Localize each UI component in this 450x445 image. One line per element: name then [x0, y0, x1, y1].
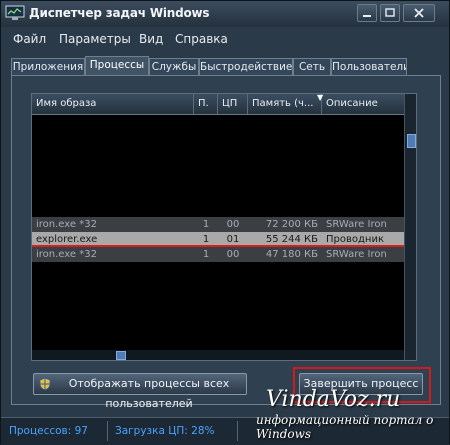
menu-help[interactable]: Справка — [175, 32, 228, 46]
vertical-scroll-thumb[interactable] — [407, 134, 416, 148]
status-process-count: Процессов: 97 — [9, 425, 88, 437]
window-title: Диспетчер задач Windows — [29, 6, 210, 20]
minimize-button[interactable] — [357, 4, 377, 22]
sort-descending-icon: ▼ — [317, 93, 324, 102]
task-manager-icon — [5, 5, 25, 20]
tab-applications[interactable]: Приложения — [11, 58, 85, 76]
menu-options[interactable]: Параметры — [59, 32, 131, 46]
watermark-site: VindaVoz.ru — [266, 387, 401, 412]
menu-view[interactable]: Вид — [139, 32, 163, 46]
column-cpu[interactable]: ЦП — [218, 94, 248, 114]
maximize-icon — [385, 8, 395, 17]
menu-file[interactable]: Файл — [13, 32, 46, 46]
cell-memory: 47 180 КБ — [265, 249, 318, 260]
tab-performance[interactable]: Быстродействие — [199, 58, 293, 76]
watermark-tagline: информационный портал о Windows — [256, 413, 434, 441]
cell-user: 1 — [202, 249, 210, 260]
tab-processes[interactable]: Процессы — [85, 56, 149, 77]
table-header: Имя образа П. ЦП Память (ч... Описание ▼ — [32, 94, 404, 115]
tab-strip: Приложения Процессы Службы Быстродействи… — [11, 56, 441, 77]
column-user[interactable]: П. — [194, 94, 218, 114]
column-memory[interactable]: Память (ч... — [248, 94, 322, 114]
minimize-icon — [363, 15, 371, 17]
cell-user: 1 — [202, 219, 210, 230]
cell-description: SRWare Iron — [326, 249, 387, 260]
status-divider — [237, 421, 238, 441]
title-bar: Диспетчер задач Windows — [1, 1, 449, 27]
status-divider — [107, 421, 108, 441]
tab-services[interactable]: Службы — [149, 58, 199, 76]
cell-cpu: 00 — [226, 219, 240, 230]
cell-cpu: 00 — [226, 249, 240, 260]
close-button[interactable] — [403, 4, 435, 22]
task-manager-window: Диспетчер задач Windows Файл Параметры В… — [0, 0, 450, 445]
vertical-scrollbar[interactable] — [404, 94, 416, 360]
cell-memory: 72 200 КБ — [265, 219, 318, 230]
process-table: Имя образа П. ЦП Память (ч... Описание ▼… — [31, 93, 417, 361]
table-row[interactable]: iron.exe *32 1 00 47 180 КБ SRWare Iron — [32, 247, 404, 262]
horizontal-scroll-thumb[interactable] — [116, 351, 126, 360]
column-image-name[interactable]: Имя образа — [32, 94, 194, 114]
shield-icon — [39, 377, 51, 391]
cell-image-name: iron.exe *32 — [36, 249, 97, 260]
column-description[interactable]: Описание — [322, 94, 404, 114]
table-row[interactable]: iron.exe *32 1 00 72 200 КБ SRWare Iron — [32, 217, 404, 232]
horizontal-scrollbar[interactable] — [32, 350, 404, 360]
cell-description: SRWare Iron — [326, 219, 387, 230]
tab-network[interactable]: Сеть — [293, 58, 331, 76]
status-cpu-load: Загрузка ЦП: 28% — [115, 425, 215, 437]
close-icon — [414, 8, 424, 18]
show-all-processes-label: Отображать процессы всех пользователей — [68, 377, 230, 410]
menu-bar: Файл Параметры Вид Справка — [1, 29, 449, 51]
show-all-processes-button[interactable]: Отображать процессы всех пользователей — [33, 373, 247, 410]
tab-users[interactable]: Пользователи — [331, 58, 407, 76]
cell-image-name: iron.exe *32 — [36, 219, 97, 230]
red-underline-annotation — [32, 245, 404, 247]
maximize-button[interactable] — [380, 4, 400, 22]
